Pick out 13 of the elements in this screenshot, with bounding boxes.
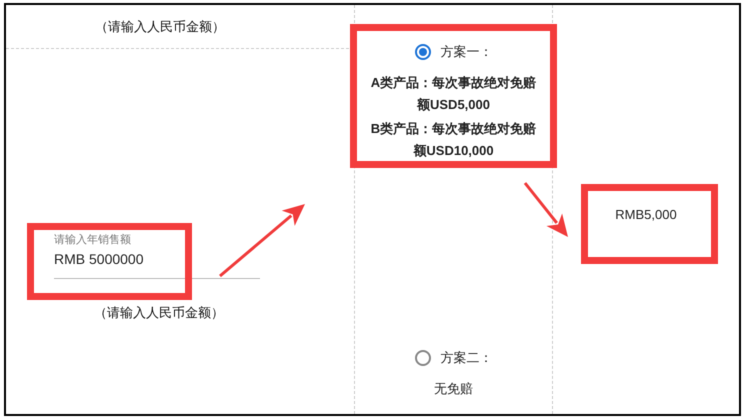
amount-hint: （请输入人民币金额） xyxy=(95,18,225,36)
sales-input-field[interactable]: RMB 5000000 xyxy=(54,247,260,279)
amount-hint: （请输入人民币金额） xyxy=(94,304,224,322)
arrow xyxy=(524,182,568,237)
plan-description: A类产品：每次事故绝对免赔额USD5,000 xyxy=(370,74,538,114)
field-label: 请输入年销售额 xyxy=(54,233,132,247)
plan-description: 无免赔 xyxy=(433,380,474,398)
plan-description: B类产品：每次事故绝对免赔额USD10,000 xyxy=(370,120,538,160)
plan-label: 方案二： xyxy=(440,349,492,367)
radio-button[interactable] xyxy=(414,350,430,366)
plan-label: 方案一： xyxy=(440,43,492,61)
radio-button[interactable] xyxy=(414,44,430,60)
deductible-amount: RMB5,000 xyxy=(615,207,677,222)
